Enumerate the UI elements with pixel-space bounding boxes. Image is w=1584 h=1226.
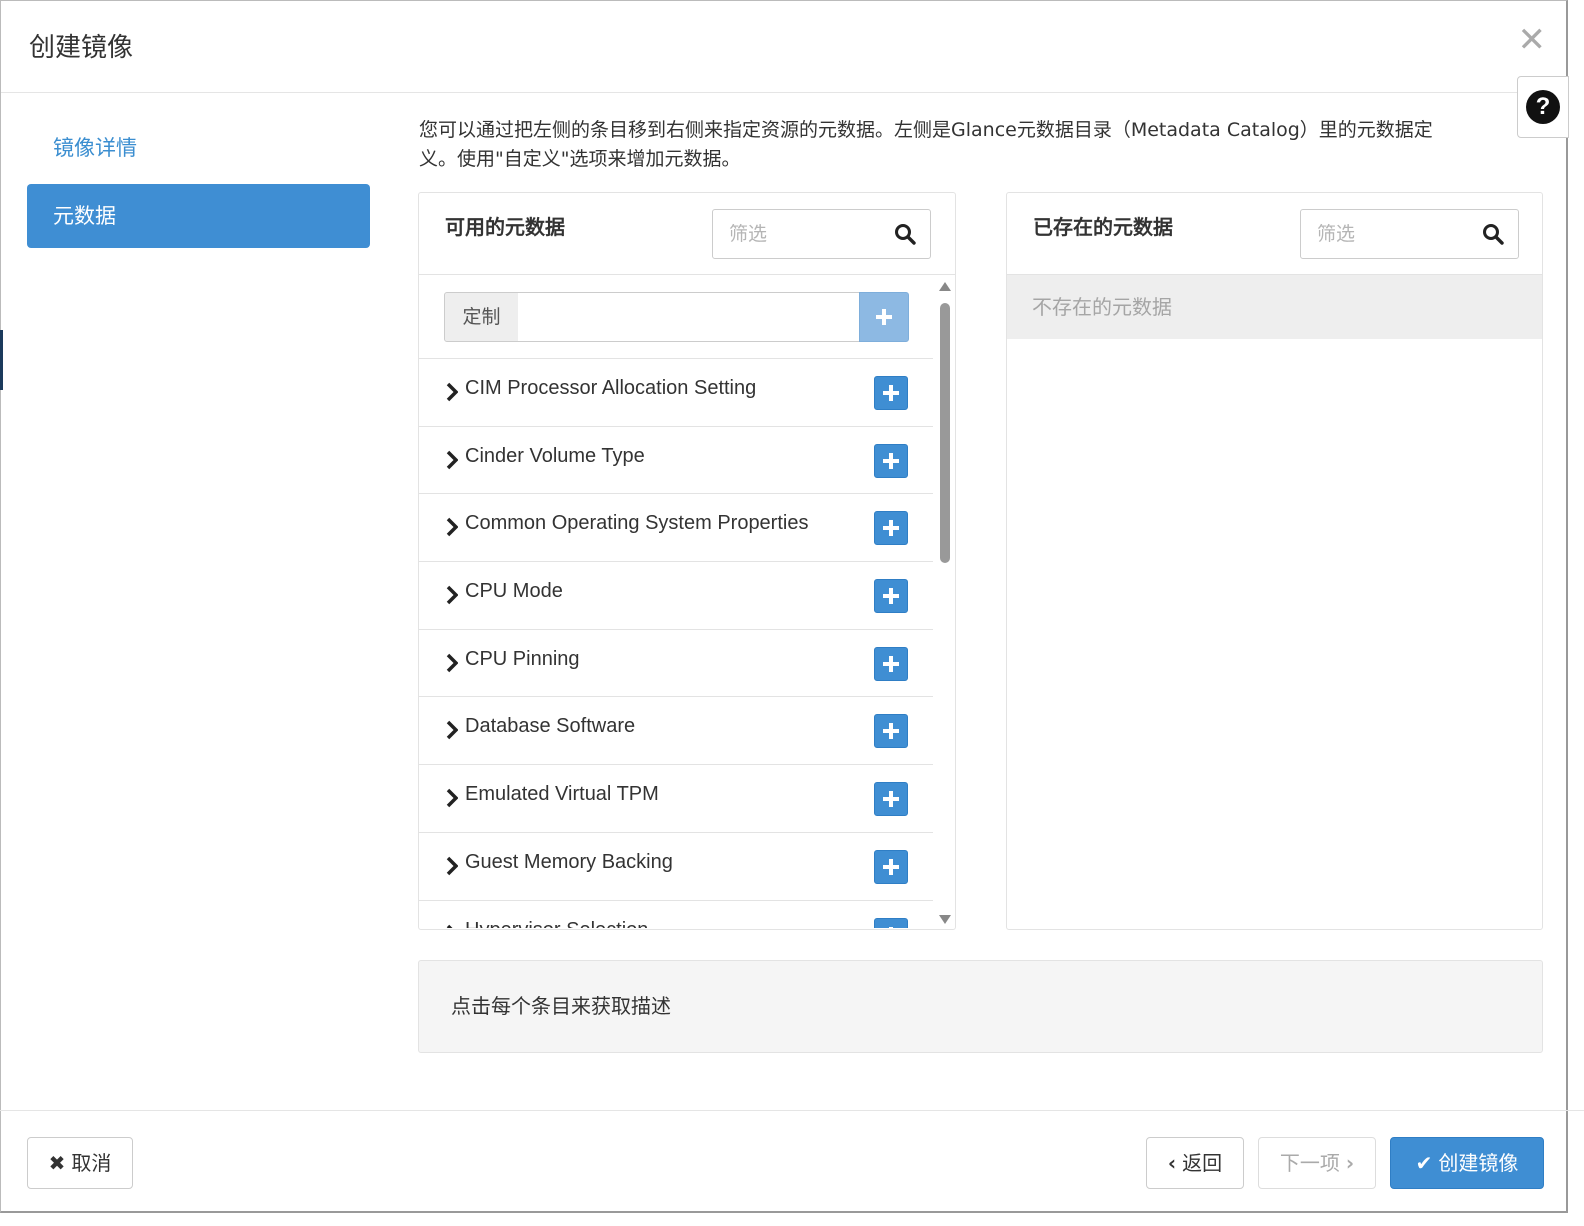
close-icon: ✖ — [48, 1151, 66, 1175]
scroll-thumb[interactable] — [940, 303, 950, 563]
available-metadata-list: CIM Processor Allocation Setting Cinder … — [419, 358, 933, 928]
plus-icon — [883, 858, 899, 875]
plus-icon — [883, 452, 899, 469]
existing-metadata-panel: 已存在的元数据 不存在的元数据 — [1006, 192, 1543, 930]
cancel-button[interactable]: ✖ 取消 — [27, 1137, 133, 1189]
close-icon[interactable]: ✕ — [1518, 23, 1547, 57]
list-item-label: CPU Pinning — [465, 647, 580, 670]
plus-icon — [883, 655, 899, 672]
nav-item-image-details[interactable]: 镜像详情 — [27, 116, 370, 180]
chevron-right-icon — [446, 450, 458, 469]
existing-panel-title: 已存在的元数据 — [1033, 215, 1173, 239]
chevron-right-icon — [446, 788, 458, 808]
custom-add-button[interactable] — [859, 292, 909, 342]
chevron-right-icon — [446, 382, 458, 402]
back-button[interactable]: ‹ 返回 — [1146, 1137, 1244, 1189]
list-item-label: Emulated Virtual TPM — [465, 783, 659, 806]
chevron-right-icon — [446, 924, 453, 928]
next-label: 下一项 — [1279, 1151, 1340, 1175]
help-button[interactable]: ? — [1517, 76, 1569, 138]
next-button[interactable]: 下一项 › — [1258, 1137, 1376, 1189]
list-item[interactable]: CIM Processor Allocation Setting — [419, 358, 933, 426]
modal-footer-divider — [0, 1110, 1584, 1111]
modal-title: 创建镜像 — [29, 33, 134, 63]
list-item-label: Common Operating System Properties — [465, 512, 809, 535]
add-button[interactable] — [874, 511, 908, 546]
create-image-button[interactable]: ✔ 创建镜像 — [1390, 1137, 1544, 1189]
modal-header: 创建镜像 ✕ — [1, 1, 1566, 93]
list-item[interactable]: Common Operating System Properties — [419, 493, 933, 561]
backdrop-edge — [0, 330, 3, 390]
check-icon: ✔ — [1415, 1151, 1433, 1175]
list-item[interactable]: Cinder Volume Type — [419, 425, 933, 494]
add-button[interactable] — [874, 849, 908, 884]
existing-filter-input[interactable] — [1301, 210, 1481, 258]
list-scrollbar[interactable] — [935, 279, 955, 927]
create-label: 创建镜像 — [1438, 1151, 1519, 1175]
plus-icon — [883, 385, 899, 401]
description-box: 点击每个条目来获取描述 — [418, 960, 1543, 1053]
list-item-label: Guest Memory Backing — [465, 850, 673, 873]
existing-empty-message: 不存在的元数据 — [1007, 275, 1542, 339]
chevron-right-icon — [446, 518, 458, 537]
add-button[interactable] — [874, 714, 908, 749]
plus-icon — [883, 588, 899, 605]
plus-icon — [883, 723, 899, 740]
add-button[interactable] — [874, 917, 908, 928]
question-icon: ? — [1526, 90, 1560, 124]
add-button[interactable] — [874, 646, 908, 681]
scroll-down-icon[interactable] — [939, 915, 951, 924]
plus-icon — [876, 309, 892, 325]
list-item[interactable]: Guest Memory Backing — [419, 831, 933, 900]
custom-label: 定制 — [444, 292, 519, 342]
custom-metadata-row: 定制 — [444, 292, 909, 342]
available-filter-input[interactable] — [713, 210, 893, 258]
back-label: 返回 — [1182, 1151, 1223, 1175]
available-filter — [712, 209, 931, 259]
search-icon[interactable] — [894, 223, 916, 245]
available-panel-header: 可用的元数据 — [419, 193, 955, 275]
list-item[interactable]: CPU Mode — [419, 561, 933, 629]
available-metadata-panel: 可用的元数据 定制 CIM Processor Allocation Setti… — [418, 192, 956, 930]
existing-panel-header: 已存在的元数据 — [1007, 193, 1542, 275]
list-item[interactable]: Emulated Virtual TPM — [419, 764, 933, 832]
nav-item-metadata[interactable]: 元数据 — [27, 184, 370, 248]
chevron-right-icon — [446, 585, 458, 605]
add-button[interactable] — [874, 443, 908, 478]
add-button[interactable] — [874, 376, 908, 410]
plus-icon — [883, 926, 899, 928]
chevron-left-icon: ‹ — [1167, 1151, 1177, 1175]
chevron-right-icon — [446, 721, 458, 740]
list-item-label: Cinder Volume Type — [465, 444, 645, 467]
wizard-nav: 镜像详情 元数据 — [27, 116, 370, 252]
chevron-right-icon — [446, 856, 458, 876]
chevron-right-icon: › — [1345, 1151, 1355, 1175]
list-item-label: CIM Processor Allocation Setting — [465, 377, 757, 399]
plus-icon — [883, 791, 899, 808]
list-item-label: CPU Mode — [465, 580, 563, 603]
list-item-label: Database Software — [465, 715, 636, 738]
add-button[interactable] — [874, 782, 908, 817]
chevron-right-icon — [446, 653, 458, 672]
list-item[interactable]: CPU Pinning — [419, 628, 933, 697]
existing-filter — [1300, 209, 1519, 259]
cancel-label: 取消 — [71, 1151, 112, 1175]
intro-text: 您可以通过把左侧的条目移到右侧来指定资源的元数据。左侧是Glance元数据目录（… — [419, 119, 1433, 170]
list-item[interactable]: Hypervisor Selection — [419, 899, 933, 929]
search-icon[interactable] — [1482, 223, 1504, 245]
list-item[interactable]: Database Software — [419, 696, 933, 764]
add-button[interactable] — [874, 579, 908, 614]
scroll-up-icon[interactable] — [939, 282, 951, 291]
custom-metadata-input[interactable] — [518, 292, 860, 342]
plus-icon — [883, 520, 899, 537]
available-panel-title: 可用的元数据 — [445, 215, 565, 239]
list-item-label: Hypervisor Selection — [465, 919, 648, 929]
